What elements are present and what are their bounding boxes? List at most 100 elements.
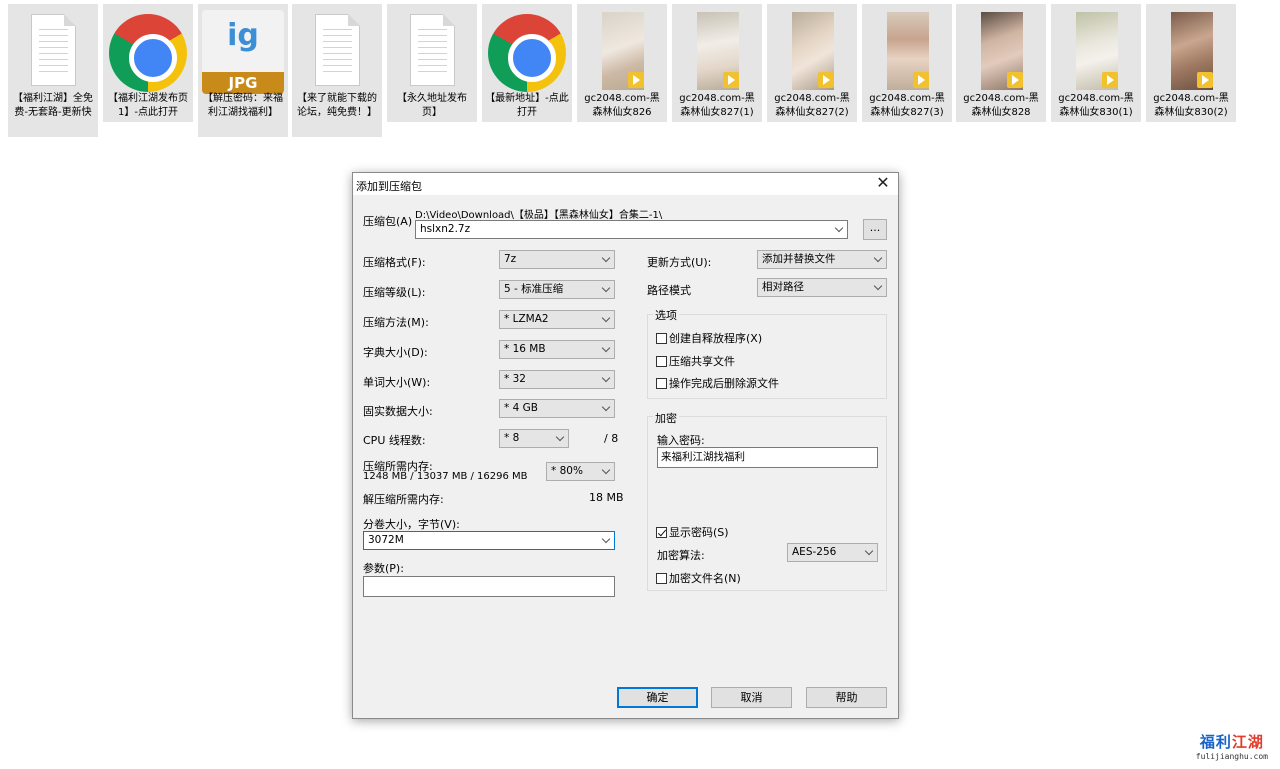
method-value: * LZMA2	[504, 313, 549, 325]
file-item[interactable]: 【最新地址】-点此打开	[482, 4, 572, 122]
params-input[interactable]	[363, 576, 615, 597]
solid-value: * 4 GB	[504, 402, 538, 414]
chevron-down-icon	[601, 283, 611, 293]
video-thumbnail-icon	[1171, 12, 1213, 90]
mem-percent-select[interactable]: * 80%	[546, 462, 615, 481]
file-name: 【福利江湖】全免费-无套路-更新快	[13, 93, 93, 118]
file-item[interactable]: 【福利江湖发布页1】-点此打开	[103, 4, 193, 122]
file-name: 【福利江湖发布页1】-点此打开	[108, 93, 188, 118]
file-item[interactable]: 【福利江湖】全免费-无套路-更新快	[8, 4, 98, 137]
level-value: 5 - 标准压缩	[504, 283, 564, 295]
checkbox-box	[656, 573, 667, 584]
method-select[interactable]: * LZMA2	[499, 310, 615, 329]
play-icon	[723, 72, 739, 88]
cpu-label: CPU 线程数:	[363, 434, 426, 447]
encrypt-names-checkbox[interactable]: 加密文件名(N)	[656, 570, 741, 586]
path-value: 相对路径	[762, 281, 804, 293]
file-item[interactable]: ig JPG 【解压密码：来福利江湖找福利】	[198, 4, 288, 137]
level-label: 压缩等级(L):	[363, 286, 426, 299]
update-value: 添加并替换文件	[762, 253, 836, 265]
file-name: gc2048.com-黑森林仙女826	[584, 93, 660, 118]
chevron-down-icon	[601, 373, 611, 383]
archive-name-value: hslxn2.7z	[420, 223, 471, 235]
word-select[interactable]: * 32	[499, 370, 615, 389]
file-name: gc2048.com-黑森林仙女830(1)	[1058, 93, 1134, 118]
chevron-down-icon	[601, 313, 611, 323]
play-icon	[818, 72, 834, 88]
checkbox-box	[656, 527, 667, 538]
solid-select[interactable]: * 4 GB	[499, 399, 615, 418]
file-item[interactable]: gc2048.com-黑森林仙女826	[577, 4, 667, 122]
level-select[interactable]: 5 - 标准压缩	[499, 280, 615, 299]
cpu-value: * 8	[504, 432, 520, 444]
file-item[interactable]: gc2048.com-黑森林仙女830(2)	[1146, 4, 1236, 122]
path-select[interactable]: 相对路径	[757, 278, 887, 297]
mem-detail: 1248 MB / 13037 MB / 16296 MB	[363, 471, 528, 482]
document-icon	[315, 14, 360, 86]
watermark-logo: 福利江湖 fulijianghu.com	[1196, 731, 1268, 761]
split-size-combo[interactable]: 3072M	[363, 531, 615, 550]
checkbox-box	[656, 333, 667, 344]
dialog-titlebar[interactable]: 添加到压缩包 ✕	[353, 173, 898, 195]
chevron-down-icon	[601, 343, 611, 353]
file-item[interactable]: gc2048.com-黑森林仙女827(3)	[862, 4, 952, 122]
show-password-checkbox[interactable]: 显示密码(S)	[656, 524, 729, 540]
video-thumbnail-icon	[602, 12, 644, 90]
cpu-select[interactable]: * 8	[499, 429, 569, 448]
chevron-down-icon	[873, 253, 883, 263]
word-label: 单词大小(W):	[363, 376, 431, 389]
file-item[interactable]: gc2048.com-黑森林仙女827(1)	[672, 4, 762, 122]
browse-button[interactable]: ...	[863, 219, 887, 240]
password-input[interactable]: 来福利江湖找福利	[657, 447, 878, 468]
chevron-down-icon	[601, 402, 611, 412]
archive-path: D:\Video\Download\【极品】【黑森林仙女】合集二-1\	[415, 210, 663, 221]
play-icon	[1102, 72, 1118, 88]
close-icon[interactable]: ✕	[874, 174, 892, 192]
jpg-logo: ig	[227, 18, 259, 53]
encryption-title: 加密	[653, 410, 679, 426]
chevron-down-icon	[864, 546, 874, 556]
file-name: 【解压密码：来福利江湖找福利】	[203, 93, 283, 118]
dict-label: 字典大小(D):	[363, 346, 428, 359]
jpg-file-icon: ig JPG	[202, 10, 284, 94]
update-select[interactable]: 添加并替换文件	[757, 250, 887, 269]
dict-select[interactable]: * 16 MB	[499, 340, 615, 359]
help-button[interactable]: 帮助	[806, 687, 887, 708]
delete-checkbox[interactable]: 操作完成后删除源文件	[656, 375, 779, 391]
shared-checkbox[interactable]: 压缩共享文件	[656, 353, 735, 369]
file-name: 【最新地址】-点此打开	[485, 93, 569, 118]
archive-label: 压缩包(A)	[363, 215, 413, 228]
file-item[interactable]: gc2048.com-黑森林仙女827(2)	[767, 4, 857, 122]
chrome-icon	[488, 14, 566, 92]
file-item[interactable]: 【来了就能下载的论坛，纯免费！】	[292, 4, 382, 137]
file-item[interactable]: gc2048.com-黑森林仙女828	[956, 4, 1046, 122]
file-item[interactable]: gc2048.com-黑森林仙女830(1)	[1051, 4, 1141, 122]
file-item[interactable]: 【永久地址发布页】	[387, 4, 477, 122]
add-to-archive-dialog: 添加到压缩包 ✕ 压缩包(A) D:\Video\Download\【极品】【黑…	[352, 172, 899, 719]
sfx-checkbox[interactable]: 创建自释放程序(X)	[656, 330, 762, 346]
chevron-down-icon	[555, 432, 565, 442]
chevron-down-icon	[873, 281, 883, 291]
ok-button[interactable]: 确定	[617, 687, 698, 708]
video-thumbnail-icon	[981, 12, 1023, 90]
chevron-down-icon	[601, 534, 611, 544]
shared-label: 压缩共享文件	[669, 355, 735, 368]
file-name: gc2048.com-黑森林仙女827(1)	[679, 93, 755, 118]
sfx-label: 创建自释放程序(X)	[669, 332, 763, 345]
format-value: 7z	[504, 253, 517, 265]
checkbox-box	[656, 356, 667, 367]
update-label: 更新方式(U):	[647, 256, 712, 269]
checkbox-box	[656, 378, 667, 389]
video-thumbnail-icon	[1076, 12, 1118, 90]
delete-label: 操作完成后删除源文件	[669, 377, 779, 390]
play-icon	[628, 72, 644, 88]
cancel-button[interactable]: 取消	[711, 687, 792, 708]
format-select[interactable]: 7z	[499, 250, 615, 269]
params-label: 参数(P):	[363, 562, 404, 575]
enc-method-label: 加密算法:	[657, 549, 705, 562]
video-thumbnail-icon	[887, 12, 929, 90]
enc-method-value: AES-256	[792, 546, 837, 558]
enc-method-select[interactable]: AES-256	[787, 543, 878, 562]
watermark-cn-a: 福利	[1199, 733, 1232, 751]
archive-name-combo[interactable]: hslxn2.7z	[415, 220, 848, 239]
